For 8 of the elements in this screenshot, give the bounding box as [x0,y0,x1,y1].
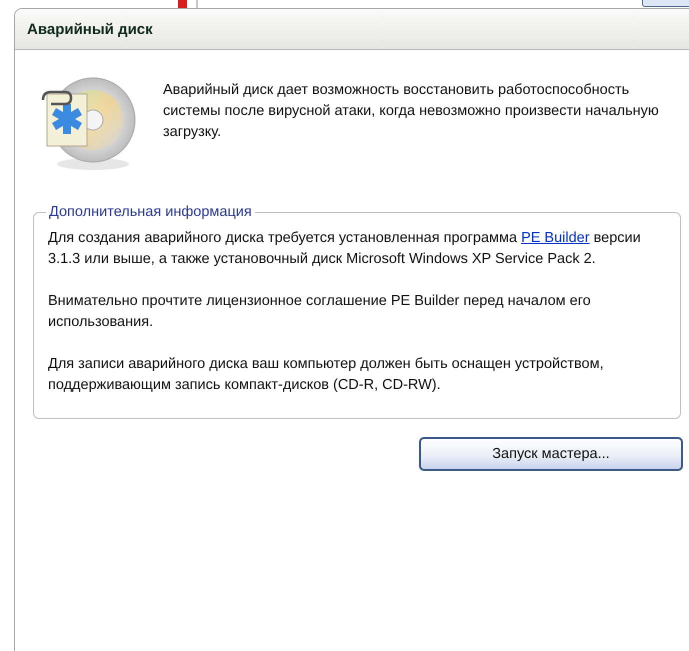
panel-title: Аварийный диск [27,20,153,38]
description-text: Аварийный диск дает возможность восстановить работоспособность системы после вирусной атаки, когда невозможно произвести начальную загрузку. [163,81,660,142]
info-paragraph: Для создания аварийного диска требуется установленная программа PE Builder версии 3.1.3 или выше, а также установочный диск Microsoft Windows XP Service Pack 2. [48,229,642,269]
pe-builder-link[interactable]: PE Builder [521,230,590,246]
group-legend: Дополнительная информация [46,204,255,220]
wizard-button[interactable]: Запуск мастера... [419,437,683,471]
info-paragraph: Внимательно прочтите лицензионное соглашение PE Builder перед началом его использования. [48,292,592,332]
info-paragraph: Для записи аварийного диска ваш компьютер должен быть оснащен устройством, поддерживающим запись компакт-дисков (CD-R, CD-RW). [48,355,605,395]
